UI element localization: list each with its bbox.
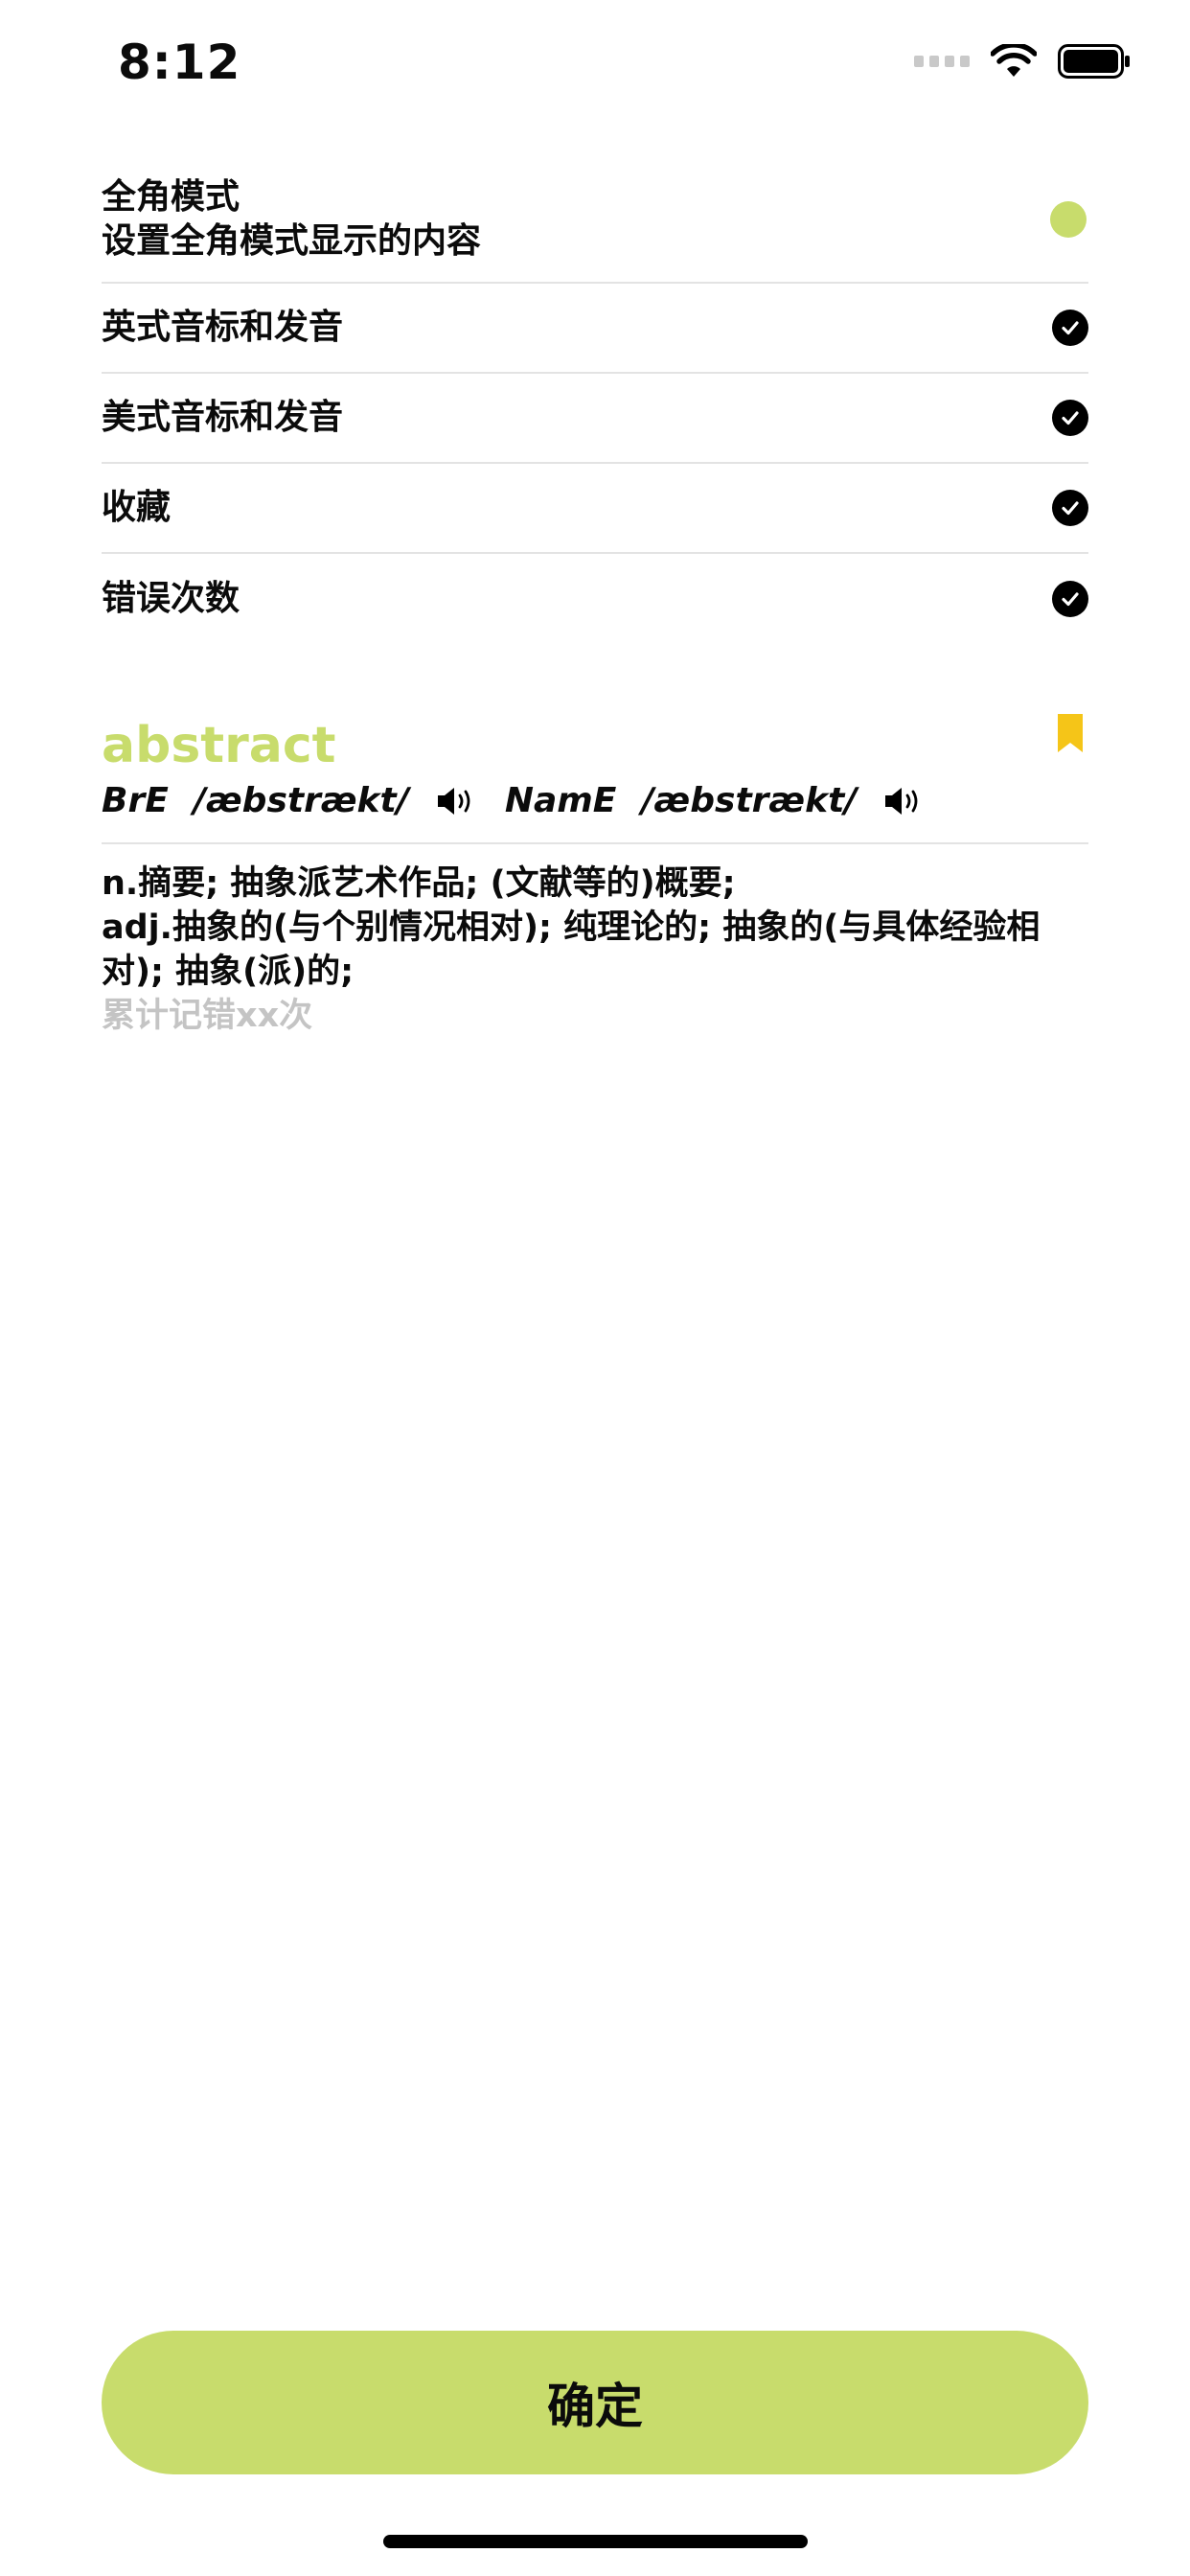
option-label-favorite: 收藏: [102, 488, 172, 527]
confirm-button[interactable]: 确定: [102, 2331, 1088, 2474]
full-mode-toggle-dot[interactable]: [1050, 201, 1087, 238]
checkmark-icon[interactable]: [1052, 400, 1088, 436]
option-row-bre[interactable]: 英式音标和发音: [102, 284, 1088, 374]
name-speaker-icon[interactable]: [883, 785, 924, 817]
phonetics-line: BrE /æbstrækt/ NamE /æbstrækt/: [102, 777, 1088, 825]
checkmark-icon[interactable]: [1052, 490, 1088, 526]
checkmark-icon[interactable]: [1052, 581, 1088, 617]
name-phonetic: /æbstrækt/: [641, 781, 858, 820]
option-label-name: 美式音标和发音: [102, 398, 344, 437]
status-time: 8:12: [118, 34, 241, 90]
full-mode-texts: 全角模式 设置全角模式显示的内容: [102, 175, 481, 264]
error-count-text: 累计记错xx次: [102, 997, 313, 1035]
option-label-errors: 错误次数: [102, 579, 240, 618]
cellular-signal-icon: [914, 56, 970, 67]
full-mode-row[interactable]: 全角模式 设置全角模式显示的内容: [102, 163, 1088, 284]
word-preview-card: abstract BrE /æbstrækt/ NamE /æbstrækt/: [102, 714, 1088, 1038]
option-row-favorite[interactable]: 收藏: [102, 464, 1088, 554]
bre-phonetic: /æbstrækt/: [193, 781, 409, 820]
option-label-bre: 英式音标和发音: [102, 308, 344, 347]
name-label: NamE: [504, 781, 617, 820]
home-indicator: [383, 2535, 808, 2548]
full-mode-title: 全角模式: [102, 177, 240, 217]
definitions: n.摘要; 抽象派艺术作品; (文献等的)概要; adj.抽象的(与个别情况相对…: [102, 844, 1088, 1038]
checkmark-icon[interactable]: [1052, 310, 1088, 346]
word-title: abstract: [102, 717, 336, 774]
bre-label: BrE: [102, 781, 169, 820]
battery-icon: [1058, 44, 1130, 79]
definition-noun: n.摘要; 抽象派艺术作品; (文献等的)概要;: [102, 864, 736, 903]
full-mode-subtitle: 设置全角模式显示的内容: [102, 221, 482, 261]
wifi-icon: [991, 44, 1037, 77]
bre-speaker-icon[interactable]: [436, 785, 476, 817]
word-header: abstract BrE /æbstrækt/ NamE /æbstrækt/: [102, 714, 1088, 844]
definition-adjective: adj.抽象的(与个别情况相对); 纯理论的; 抽象的(与具体经验相对); 抽象…: [102, 908, 1041, 991]
option-row-errors[interactable]: 错误次数: [102, 554, 1088, 644]
settings-list: 全角模式 设置全角模式显示的内容 英式音标和发音 美式音标和发音 收藏 错误次数: [102, 163, 1088, 644]
option-row-name[interactable]: 美式音标和发音: [102, 374, 1088, 464]
bookmark-icon[interactable]: [1058, 714, 1083, 752]
status-bar: 8:12: [0, 0, 1190, 134]
status-icons: [914, 44, 1131, 79]
